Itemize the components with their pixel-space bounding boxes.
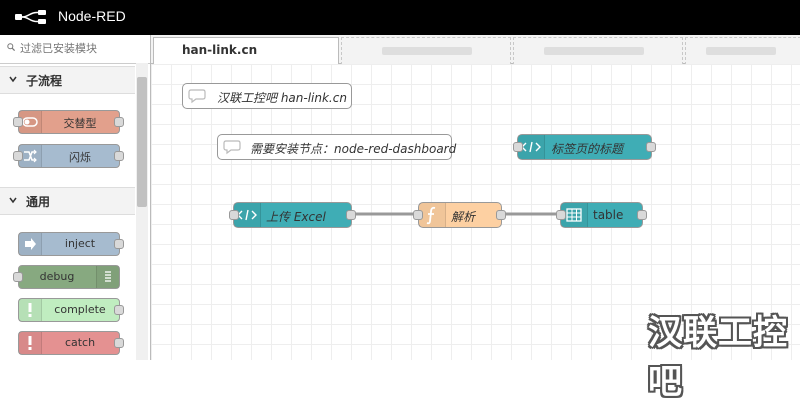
- output-port: [114, 151, 124, 161]
- tab-blurred-1[interactable]: [341, 37, 511, 65]
- template-node[interactable]: 标签页的标题: [517, 134, 652, 160]
- palette-node-label: inject: [64, 237, 96, 250]
- blurred-label: [706, 47, 776, 55]
- output-port[interactable]: [637, 210, 647, 220]
- input-port: [13, 117, 23, 127]
- palette-node-complete[interactable]: complete: [18, 298, 120, 322]
- output-port: [114, 239, 124, 249]
- input-port[interactable]: [513, 142, 523, 152]
- palette-scrollbar-thumb[interactable]: [137, 77, 147, 207]
- exclamation-icon: [19, 332, 42, 354]
- blurred-label: [382, 47, 472, 55]
- palette-node-label: 交替型: [63, 117, 97, 130]
- workspace-tabs: han-link.cn: [151, 35, 800, 65]
- output-port[interactable]: [646, 142, 656, 152]
- output-port[interactable]: [496, 210, 506, 220]
- input-port: [13, 272, 23, 282]
- palette-node-label: 闪烁: [69, 151, 91, 164]
- palette-category-subflow[interactable]: 子流程: [0, 66, 135, 94]
- output-port[interactable]: [346, 210, 356, 220]
- tab-blurred-3[interactable]: [685, 37, 800, 65]
- palette-node-inject[interactable]: inject: [18, 232, 120, 256]
- tab-han-link[interactable]: han-link.cn: [153, 37, 339, 64]
- palette-search: [0, 35, 150, 64]
- tab-blurred-2[interactable]: [513, 37, 683, 65]
- upload-node[interactable]: 上传 Excel: [233, 202, 352, 228]
- chevron-down-icon: [9, 76, 17, 83]
- comment-icon: [223, 140, 241, 155]
- table-node[interactable]: table: [560, 202, 643, 228]
- palette-node-label: catch: [64, 336, 96, 349]
- node-label: 上传 Excel: [266, 210, 326, 224]
- input-port: [13, 151, 23, 161]
- node-label: 标签页的标题: [551, 142, 624, 156]
- comment-label: 需要安装节点：node-red-dashboard: [250, 142, 457, 156]
- node-red-logo-icon: [15, 10, 46, 24]
- input-port[interactable]: [556, 210, 566, 220]
- comment-node[interactable]: 汉联工控吧 han-link.cn: [182, 83, 352, 109]
- node-label: table: [593, 208, 624, 222]
- function-icon: [419, 203, 446, 227]
- comment-icon: [188, 89, 206, 104]
- app-title: Node-RED: [58, 8, 126, 24]
- palette-node-toggle[interactable]: 交替型: [18, 110, 120, 134]
- arrow-right-icon: [19, 233, 42, 255]
- comment-label: 汉联工控吧 han-link.cn: [217, 91, 347, 105]
- palette-sidebar: 子流程 交替型 闪烁 通用 inject debug: [0, 35, 151, 360]
- blurred-label: [544, 47, 644, 55]
- palette-node-catch[interactable]: catch: [18, 331, 120, 355]
- palette-node-label: complete: [54, 303, 106, 316]
- list-icon: [96, 266, 119, 288]
- function-node[interactable]: 解析: [418, 202, 502, 228]
- output-port: [114, 305, 124, 315]
- palette-category-common[interactable]: 通用: [0, 187, 135, 215]
- node-label: 解析: [451, 210, 476, 224]
- chevron-down-icon: [9, 197, 17, 204]
- output-port: [114, 117, 124, 127]
- comment-node[interactable]: 需要安装节点：node-red-dashboard: [217, 134, 456, 160]
- palette-category-label: 子流程: [26, 74, 63, 88]
- palette-category-label: 通用: [26, 195, 51, 209]
- header-bar: Node-RED: [0, 0, 800, 35]
- palette-node-label: debug: [39, 270, 75, 283]
- tab-label: han-link.cn: [182, 43, 258, 57]
- palette-node-debug[interactable]: debug: [18, 265, 120, 289]
- watermark: 汉联工控吧: [648, 313, 788, 402]
- exclamation-icon: [19, 299, 42, 321]
- input-port[interactable]: [229, 210, 239, 220]
- input-port[interactable]: [413, 210, 423, 220]
- output-port: [114, 338, 124, 348]
- search-icon: [7, 43, 15, 51]
- palette-node-flash[interactable]: 闪烁: [18, 144, 120, 168]
- palette-search-input[interactable]: [20, 40, 140, 56]
